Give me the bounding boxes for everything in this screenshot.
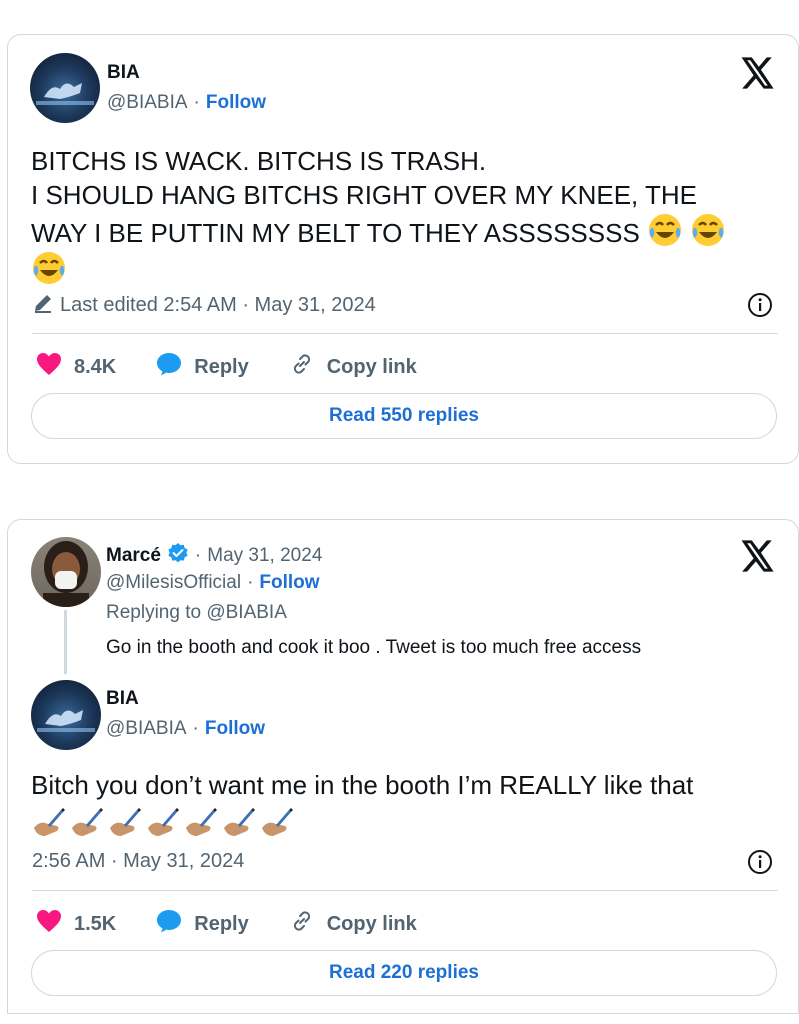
separator-dot: · [192, 718, 199, 739]
reply-label: Reply [194, 912, 249, 935]
follow-button[interactable]: Follow [206, 92, 266, 114]
last-edited-label[interactable]: Last edited 2:54 AM · May 31, 2024 [60, 294, 376, 317]
face-with-tears-of-joy-icon [690, 212, 726, 248]
thread-line [64, 610, 67, 674]
read-replies-button[interactable]: Read 220 replies [31, 950, 777, 996]
tweet-text-line-3-text: WAY I BE PUTTIN MY BELT TO THEY ASSSSSSS… [31, 218, 640, 248]
follow-button[interactable]: Follow [259, 572, 319, 594]
writing-hand-icon [145, 806, 179, 840]
writing-hand-icon [259, 806, 293, 840]
writing-hand-icon [221, 806, 255, 840]
face-with-tears-of-joy-icon [647, 212, 683, 248]
tweet-date[interactable]: May 31, 2024 [207, 545, 322, 567]
avatar-bia[interactable] [31, 680, 101, 750]
author-name[interactable]: Marcé [106, 545, 161, 567]
info-icon[interactable] [747, 292, 773, 318]
like-count: 1.5K [74, 912, 117, 935]
info-icon[interactable] [747, 849, 773, 875]
speech-bubble-icon [156, 352, 194, 382]
separator-dot: · [247, 572, 254, 593]
face-with-tears-of-joy-icon [31, 250, 67, 286]
speech-bubble-icon [156, 909, 194, 939]
link-icon [289, 351, 327, 383]
x-logo-icon[interactable] [741, 540, 777, 574]
tweet-text: BITCHS IS WACK. BITCHS IS TRASH. I SHOUL… [31, 144, 771, 288]
author-name[interactable]: BIA [107, 62, 140, 84]
copy-link-button[interactable]: Copy link [289, 351, 417, 383]
writing-hand-emoji-row [31, 806, 297, 840]
author-handle[interactable]: @MilesisOfficial [106, 572, 241, 594]
tweet-card-2: Marcé · May 31, 2024 @MilesisOfficial · … [7, 519, 799, 1014]
reply-handle-row: @BIABIA · Follow [106, 718, 265, 740]
link-icon [289, 908, 327, 940]
avatar-marce[interactable] [31, 537, 101, 607]
copy-link-label: Copy link [326, 355, 417, 378]
parent-tweet-text: Go in the booth and cook it boo . Tweet … [106, 637, 642, 658]
tweet-card-1: BIA @BIABIA · Follow BITCHS IS WACK. BIT… [7, 34, 799, 464]
reply-button[interactable]: Reply [156, 352, 249, 382]
divider [32, 890, 778, 891]
like-button[interactable]: 1.5K [36, 909, 116, 939]
action-bar: 1.5K Reply Copy link [36, 908, 417, 940]
author-handle[interactable]: @BIABIA [106, 718, 187, 740]
tweet-text-line-1: BITCHS IS WACK. BITCHS IS TRASH. [31, 146, 487, 176]
copy-link-label: Copy link [326, 912, 417, 935]
replying-to-label[interactable]: Replying to @BIABIA [106, 602, 287, 624]
tweet-text-line-4 [31, 250, 771, 288]
like-count: 8.4K [74, 355, 117, 378]
writing-hand-icon [107, 806, 141, 840]
handle-row: @BIABIA · Follow [107, 92, 266, 114]
divider [32, 333, 778, 334]
copy-link-button[interactable]: Copy link [289, 908, 417, 940]
separator-dot: · [193, 92, 200, 113]
writing-hand-icon [31, 806, 65, 840]
heart-icon [36, 352, 74, 382]
parent-handle-row: @MilesisOfficial · Follow [106, 572, 320, 594]
x-logo-icon[interactable] [741, 57, 777, 91]
writing-hand-icon [69, 806, 103, 840]
reply-button[interactable]: Reply [156, 909, 249, 939]
author-name[interactable]: BIA [106, 688, 139, 710]
heart-icon [36, 909, 74, 939]
tweet-text-line-3: WAY I BE PUTTIN MY BELT TO THEY ASSSSSSS… [31, 212, 771, 250]
tweet-timestamp[interactable]: 2:56 AM · May 31, 2024 [32, 850, 244, 873]
separator-dot: · [194, 544, 202, 566]
avatar-bia[interactable] [30, 53, 100, 123]
parent-header-row: Marcé · May 31, 2024 [106, 542, 322, 569]
verified-badge-icon [167, 542, 189, 569]
pencil-icon [32, 292, 54, 319]
follow-button[interactable]: Follow [205, 718, 265, 740]
reply-tweet-text: Bitch you don’t want me in the booth I’m… [31, 770, 694, 800]
read-replies-button[interactable]: Read 550 replies [31, 393, 777, 439]
author-handle[interactable]: @BIABIA [107, 92, 188, 114]
action-bar: 8.4K Reply Copy link [36, 351, 417, 383]
tweet-text-line-2: I SHOULD HANG BITCHS RIGHT OVER MY KNEE,… [31, 180, 698, 210]
edited-row: Last edited 2:54 AM · May 31, 2024 [32, 292, 376, 319]
reply-label: Reply [194, 355, 249, 378]
writing-hand-icon [183, 806, 217, 840]
like-button[interactable]: 8.4K [36, 352, 116, 382]
